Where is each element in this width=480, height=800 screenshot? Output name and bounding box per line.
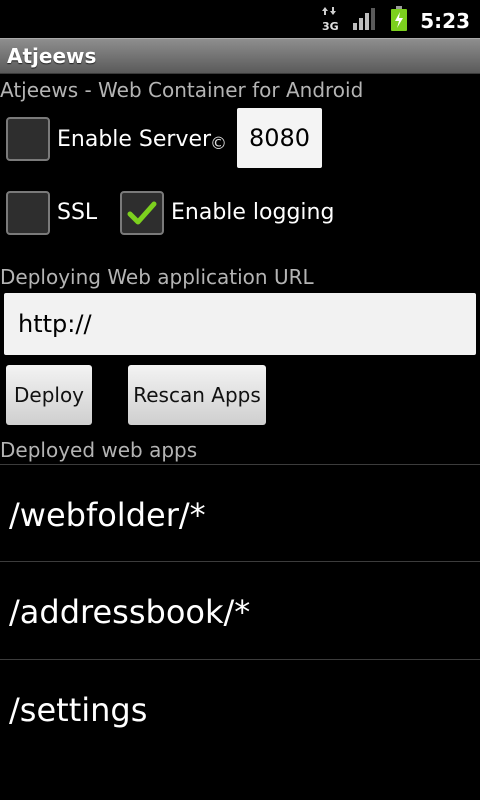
app-title-bar: Atjeews [0,38,480,74]
enable-logging-label: Enable logging [171,200,335,225]
status-bar: 3G 5:23 [0,0,480,38]
port-input[interactable]: 8080 [237,108,322,168]
signal-strength-icon [352,7,378,35]
deploy-url-input[interactable]: http:// [4,293,476,355]
checkmark-icon [127,201,157,225]
copyright-icon: © [210,134,227,154]
deploy-url-label: Deploying Web application URL [0,265,314,289]
network-3g-icon: 3G [320,6,340,36]
ssl-checkbox[interactable] [6,191,50,235]
clock: 5:23 [420,9,470,33]
enable-server-checkbox[interactable] [6,117,50,161]
enable-server-label: Enable Server [57,127,212,152]
network-label: 3G [322,20,339,32]
app-subtitle: Atjeews - Web Container for Android [0,78,364,102]
deploy-button[interactable]: Deploy [6,365,92,425]
ssl-label: SSL [57,200,98,225]
list-divider [0,464,480,465]
list-item-settings[interactable]: /settings [9,691,147,729]
list-item-addressbook[interactable]: /addressbook/* [9,593,250,631]
status-icons: 3G 5:23 [320,6,470,36]
list-item-webfolder[interactable]: /webfolder/* [9,496,206,534]
list-divider [0,561,480,562]
enable-logging-checkbox[interactable] [120,191,164,235]
battery-charging-icon [390,6,408,36]
list-divider [0,659,480,660]
deployed-apps-label: Deployed web apps [0,438,198,462]
rescan-apps-button[interactable]: Rescan Apps [128,365,266,425]
app-title: Atjeews [7,44,97,68]
